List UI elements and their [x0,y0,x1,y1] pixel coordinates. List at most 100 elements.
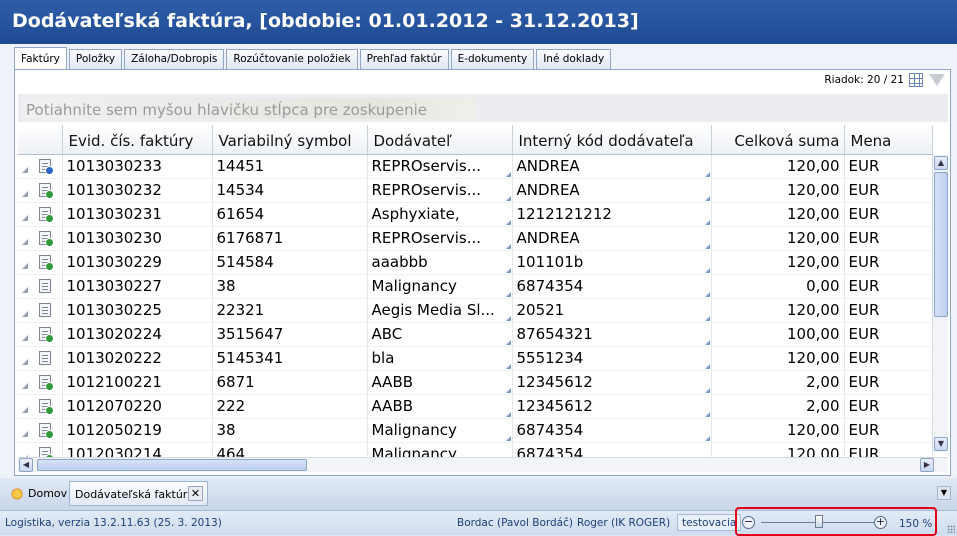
column-header-supplier-code[interactable]: Interný kód dodávateľa [512,125,712,155]
zoom-slider-thumb[interactable] [815,515,823,528]
cell-evid: 1013020222 [62,346,213,371]
tab-6[interactable]: Iné doklady [536,49,612,69]
row-marker-icon [22,190,28,197]
table-row[interactable]: 1012100221 6871 AABB 12345612 2,00 EUR [18,370,933,395]
cell-total: 120,00 [711,250,845,275]
table-row[interactable]: 1013030229 514584 aaabbb 101101b 120,00 EUR [18,250,933,275]
table-row[interactable]: 1013030225 22321 Aegis Media Sl... 20521 120… [18,298,933,323]
tab-3[interactable]: Rozúčtovanie položiek [226,49,358,69]
close-icon[interactable]: ✕ [188,486,203,501]
cell-currency: EUR [844,274,933,299]
column-header-variable-symbol[interactable]: Variabilný symbol [212,125,368,155]
cell-currency: EUR [844,394,933,419]
cell-supplier-code: ANDREA [512,154,712,179]
cell-total: 120,00 [711,178,845,203]
cell-total: 120,00 [711,226,845,251]
tab-2[interactable]: Záloha/Dobropis [124,49,225,69]
scroll-left-icon[interactable]: ◀ [19,458,33,472]
row-marker-icon [22,382,28,389]
vertical-scroll-thumb[interactable] [934,172,948,317]
document-status-icon [39,230,54,247]
row-selector[interactable] [18,226,63,251]
zoom-in-icon[interactable]: + [874,516,887,529]
row-marker-icon [22,262,28,269]
cell-total: 100,00 [711,322,845,347]
cell-supplier-code: 20521 [512,298,712,323]
cell-evid: 1012050219 [62,418,213,443]
row-selector[interactable] [18,178,63,203]
row-selector[interactable] [18,322,63,347]
cell-variable-symbol: 22321 [212,298,368,323]
row-selector[interactable] [18,250,63,275]
zoom-out-icon[interactable]: − [742,516,755,529]
row-selector[interactable] [18,154,63,179]
window-title: Dodávateľská faktúra, [obdobie: 01.01.20… [0,0,957,44]
row-marker-icon [22,286,28,293]
row-selector[interactable] [18,394,63,419]
document-status-icon [39,398,54,415]
cell-evid: 1013030231 [62,202,213,227]
row-selector[interactable] [18,346,63,371]
group-by-area[interactable]: Potiahnite sem myšou hlavičku stĺpca pre… [18,94,948,122]
scroll-down-icon[interactable]: ▼ [934,437,948,451]
column-header-total[interactable]: Celková suma [711,125,845,155]
tab-1[interactable]: Položky [68,49,123,69]
table-row[interactable]: 1013030231 61654 Asphyxiate, 1212121212 120,… [18,202,933,227]
row-selector[interactable] [18,202,63,227]
table-row[interactable]: 1013030232 14534 REPROservis... ANDREA 120,0… [18,178,933,203]
home-tab-label: Domov [28,487,68,500]
row-selector[interactable] [18,274,63,299]
tab-4[interactable]: Prehľad faktúr [359,49,449,69]
status-bar: Logistika, verzia 13.2.11.63 (25. 3. 201… [0,507,957,536]
chevron-down-icon[interactable]: ▼ [937,486,951,500]
cell-supplier-code: 12345612 [512,394,712,419]
horizontal-scroll-thumb[interactable] [37,459,307,471]
cell-variable-symbol: 6871 [212,370,368,395]
tab-5[interactable]: E-dokumenty [450,49,535,69]
row-selector[interactable] [18,370,63,395]
scroll-right-icon[interactable]: ▶ [920,458,934,472]
home-tab[interactable]: Domov [8,484,67,504]
cell-supplier: bla [367,346,513,371]
home-icon [10,487,24,501]
scroll-up-icon[interactable]: ▲ [934,156,948,170]
column-header-currency[interactable]: Mena [844,125,933,155]
cell-supplier: Malignancy [367,418,513,443]
table-row[interactable]: 1013020224 3515647 ABC 87654321 100,00 EUR [18,322,933,347]
table-row[interactable]: 1013030233 14451 REPROservis... ANDREA 120,0… [18,154,933,179]
active-document-tab[interactable]: Dodávateľská faktúra ✕ [69,481,208,506]
table-row[interactable]: 1012050219 38 Malignancy 6874354 120,00 EUR [18,418,933,443]
cell-variable-symbol: 6176871 [212,226,368,251]
tab-0[interactable]: Faktúry [14,47,67,70]
table-row[interactable]: 1013030230 6176871 REPROservis... ANDREA 120… [18,226,933,251]
horizontal-scrollbar[interactable]: ◀ ▶ [18,457,948,472]
cell-variable-symbol: 38 [212,418,368,443]
column-header-evid[interactable]: Evid. čís. faktúry [62,125,213,155]
column-header-supplier[interactable]: Dodávateľ [367,125,513,155]
version-info: Logistika, verzia 13.2.11.63 (25. 3. 201… [5,517,222,529]
cell-total: 120,00 [711,418,845,443]
document-status-icon [39,206,54,223]
resize-grip-icon[interactable] [947,525,955,533]
cell-supplier-code: 5551234 [512,346,712,371]
cell-variable-symbol: 14451 [212,154,368,179]
cell-supplier-code: 87654321 [512,322,712,347]
cell-total: 120,00 [711,298,845,323]
vertical-scrollbar[interactable]: ▲ ▼ [932,155,948,452]
cell-variable-symbol: 14534 [212,178,368,203]
group-by-hint: Potiahnite sem myšou hlavičku stĺpca pre… [22,98,474,119]
active-document-label: Dodávateľská faktúra [75,488,195,501]
row-selector[interactable] [18,418,63,443]
row-selector[interactable] [18,298,63,323]
table-row[interactable]: 1012070220 222 AABB 12345612 2,00 EUR [18,394,933,419]
table-row[interactable]: 1013030227 38 Malignancy 6874354 0,00 EUR [18,274,933,299]
document-status-icon [39,350,51,365]
cell-total: 0,00 [711,274,845,299]
cell-total: 2,00 [711,394,845,419]
table-row[interactable]: 1013020222 5145341 bla 5551234 120,00 EUR [18,346,933,371]
column-header-selector[interactable] [18,125,63,155]
funnel-icon[interactable] [929,74,945,86]
cell-supplier-code: 6874354 [512,274,712,299]
cell-supplier: ABC [367,322,513,347]
grid-icon[interactable] [909,73,923,87]
